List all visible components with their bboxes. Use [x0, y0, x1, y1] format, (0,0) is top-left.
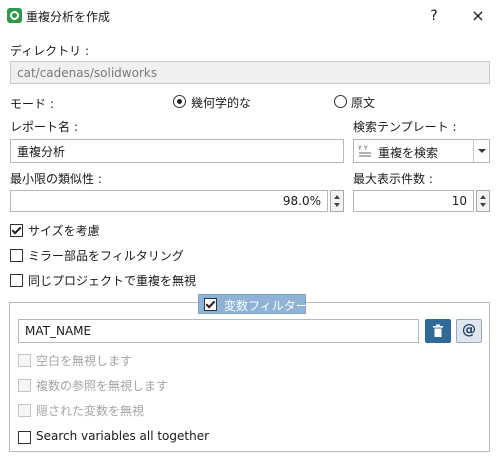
- svg-text:Y: Y: [358, 145, 362, 152]
- directory-field: [10, 61, 490, 84]
- svg-text:Y: Y: [363, 145, 368, 152]
- trash-icon: [432, 324, 444, 338]
- template-selected: 重複を検索: [378, 146, 439, 160]
- variable-input[interactable]: [18, 319, 419, 343]
- similarity-input[interactable]: [10, 190, 328, 212]
- ignore-multiple-refs-label: 複数の参照を無視します: [36, 379, 169, 393]
- directory-label: ディレクトリ :: [10, 44, 90, 58]
- similarity-stepper[interactable]: [330, 190, 344, 212]
- mode-text-label[interactable]: 原文: [351, 94, 375, 111]
- ignore-multiple-refs-checkbox: [18, 379, 31, 392]
- search-all-together-checkbox[interactable]: [18, 431, 31, 444]
- ignore-same-project-label[interactable]: 同じプロジェクトで重複を無視: [28, 272, 196, 289]
- max-results-label: 最大表示件数 :: [353, 172, 433, 186]
- ignore-blank-checkbox: [18, 354, 31, 367]
- variable-filter-title[interactable]: 変数フィルター: [224, 297, 308, 314]
- filter-mirror-label[interactable]: ミラー部品をフィルタリング: [28, 247, 184, 264]
- similarity-label: 最小限の類似性 :: [10, 172, 102, 186]
- report-name-label: レポート名 :: [10, 120, 78, 134]
- consider-size-label[interactable]: サイズを考慮: [28, 222, 100, 239]
- arrow-up-icon[interactable]: [480, 195, 486, 199]
- app-icon: [7, 8, 22, 23]
- help-button[interactable]: ?: [424, 6, 444, 26]
- chevron-down-icon[interactable]: [473, 140, 490, 162]
- search-all-together-label[interactable]: Search variables all together: [36, 429, 209, 443]
- arrow-down-icon[interactable]: [334, 203, 340, 207]
- ignore-blank-label: 空白を無視します: [36, 354, 133, 368]
- consider-size-checkbox[interactable]: [10, 224, 23, 237]
- insert-variable-button[interactable]: @: [456, 319, 482, 343]
- arrow-down-icon[interactable]: [480, 203, 486, 207]
- ignore-hidden-vars-label: 隠された変数を無視: [36, 404, 145, 418]
- template-icon: Y Y: [357, 144, 372, 158]
- mode-label: モード :: [10, 97, 54, 111]
- close-button[interactable]: ×: [466, 6, 490, 26]
- ignore-same-project-checkbox[interactable]: [10, 274, 23, 287]
- filter-mirror-checkbox[interactable]: [10, 249, 23, 262]
- variable-filter-checkbox[interactable]: [204, 298, 217, 311]
- mode-geometric-radio[interactable]: [173, 95, 186, 108]
- mode-geometric-label[interactable]: 幾何学的な: [191, 94, 251, 111]
- window-title: 重複分析を作成: [26, 10, 111, 24]
- ignore-hidden-vars-checkbox: [18, 404, 31, 417]
- report-name-input[interactable]: [10, 139, 344, 163]
- mode-text-radio[interactable]: [334, 95, 347, 108]
- template-label: 検索テンプレート :: [353, 120, 457, 134]
- max-results-stepper[interactable]: [476, 190, 490, 212]
- max-results-input[interactable]: [353, 190, 474, 212]
- delete-variable-button[interactable]: [425, 319, 451, 343]
- template-select[interactable]: Y Y 重複を検索: [353, 139, 490, 163]
- arrow-up-icon[interactable]: [334, 195, 340, 199]
